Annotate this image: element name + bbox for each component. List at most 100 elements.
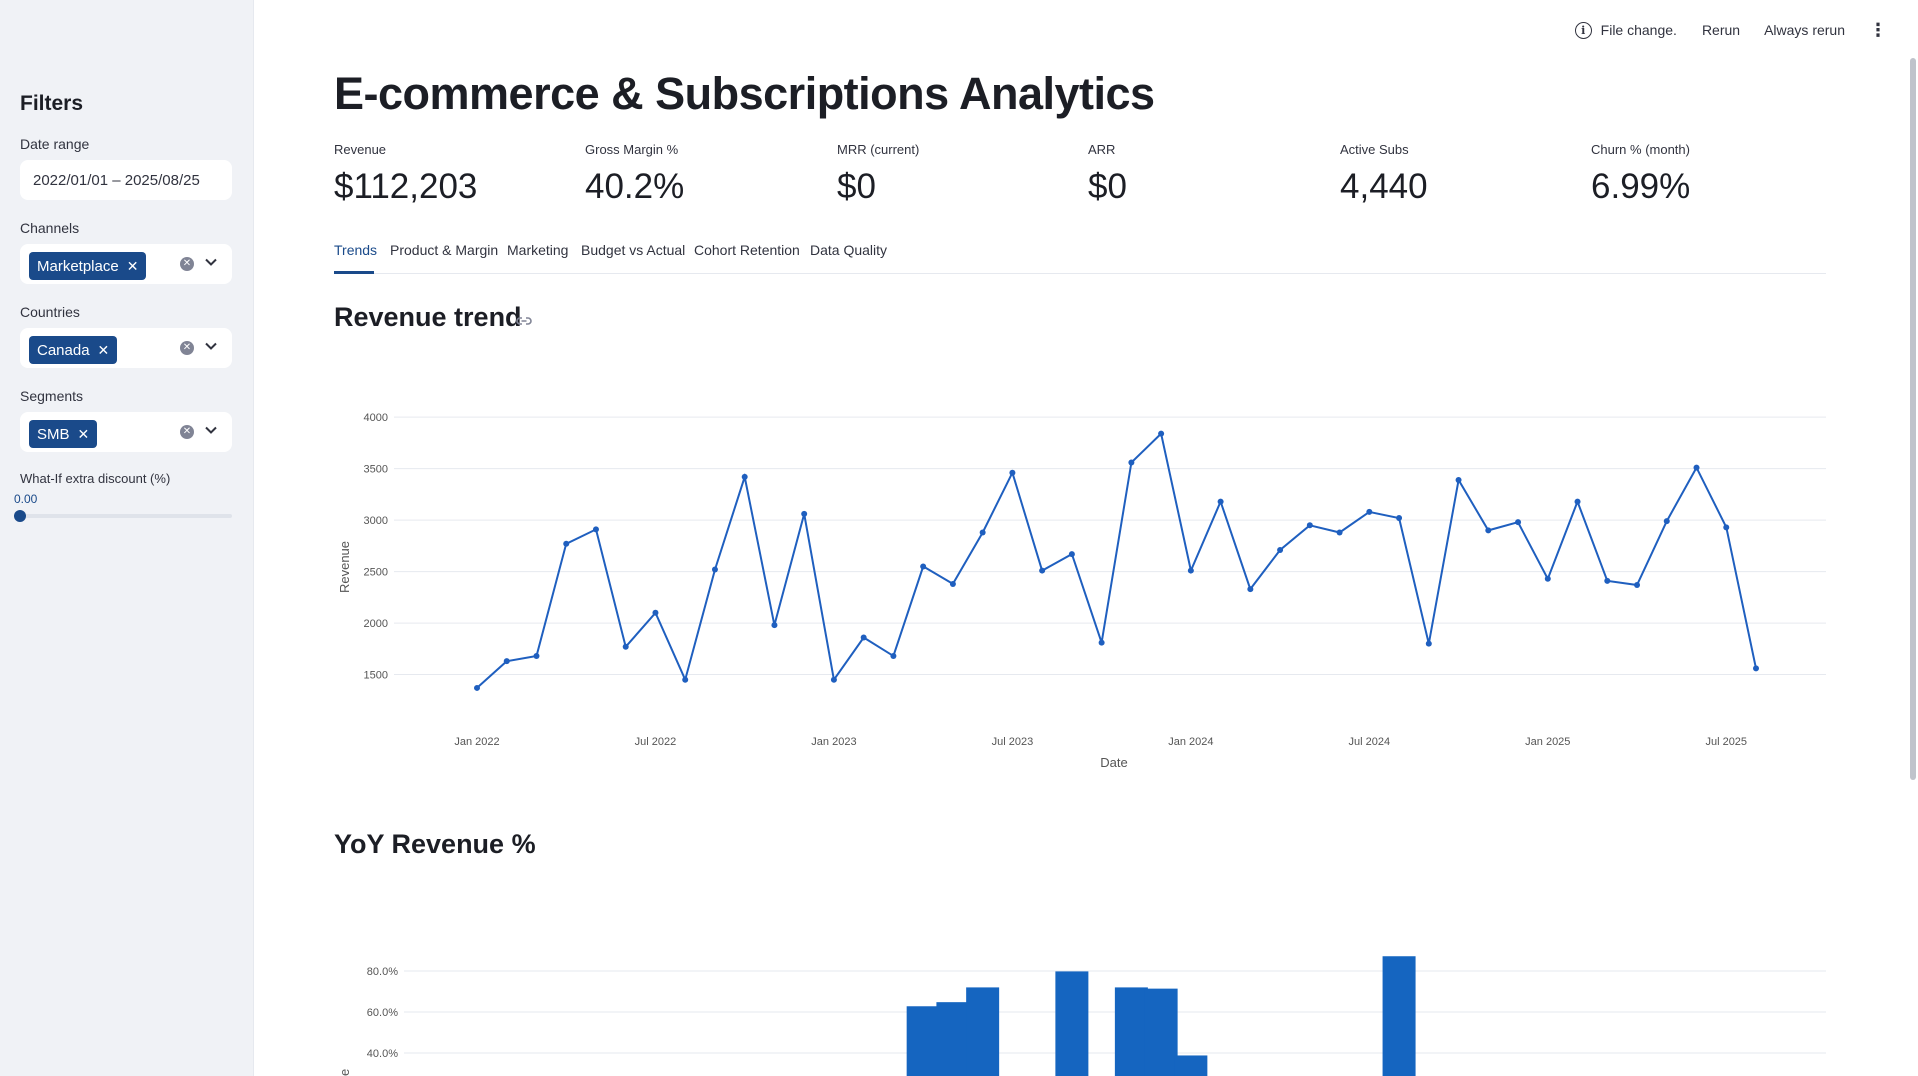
x-tick-label: Jan 2023	[811, 736, 856, 748]
data-point[interactable]	[1723, 524, 1730, 531]
data-point[interactable]	[1009, 469, 1016, 476]
remove-chip-icon[interactable]: ✕	[98, 342, 110, 359]
data-point[interactable]	[1098, 639, 1105, 646]
country-chip: Canada ✕	[29, 336, 118, 364]
data-point[interactable]	[1574, 498, 1581, 505]
date-range-label: Date range	[20, 136, 90, 152]
main-menu-icon[interactable]: ⋮	[1869, 21, 1887, 39]
data-point[interactable]	[1039, 567, 1046, 574]
data-point[interactable]	[563, 540, 570, 547]
tab-data-quality[interactable]: Data Quality	[810, 242, 887, 258]
channel-chip-label: Marketplace	[37, 257, 119, 275]
tab-product-margin[interactable]: Product & Margin	[390, 242, 498, 258]
data-point[interactable]	[1247, 586, 1254, 593]
y-axis-label: Revenue	[337, 541, 352, 593]
data-point[interactable]	[1544, 575, 1551, 582]
metric-active-subs: Active Subs 4,440	[1340, 142, 1428, 207]
data-point[interactable]	[1396, 515, 1403, 522]
data-point[interactable]	[741, 473, 748, 480]
data-point[interactable]	[503, 658, 510, 665]
y-tick-label: 80.0%	[367, 966, 398, 978]
data-point[interactable]	[949, 580, 956, 587]
data-point[interactable]	[592, 526, 599, 533]
data-point[interactable]	[1068, 551, 1075, 558]
data-point[interactable]	[652, 609, 659, 616]
data-point[interactable]	[1604, 577, 1611, 584]
data-point[interactable]	[1306, 522, 1313, 529]
bar[interactable]	[936, 1002, 970, 1076]
tab-marketing[interactable]: Marketing	[507, 242, 568, 258]
x-tick-label: Jan 2024	[1168, 736, 1213, 748]
metric-label: Churn % (month)	[1591, 142, 1690, 157]
data-point[interactable]	[920, 563, 927, 570]
data-point[interactable]	[1634, 581, 1641, 588]
tab-budget-vs-actual[interactable]: Budget vs Actual	[581, 242, 685, 258]
bar[interactable]	[1055, 971, 1089, 1076]
segments-multiselect[interactable]: SMB ✕ ✕	[20, 412, 232, 452]
y-tick-label: 3000	[364, 515, 388, 527]
data-point[interactable]	[771, 622, 778, 629]
data-point[interactable]	[1693, 464, 1700, 471]
clear-icon[interactable]: ✕	[180, 257, 194, 271]
data-point[interactable]	[1128, 459, 1135, 466]
x-tick-label: Jul 2024	[1349, 736, 1391, 748]
data-point[interactable]	[1663, 518, 1670, 525]
rerun-button[interactable]: Rerun	[1702, 22, 1740, 38]
link-icon[interactable]	[515, 312, 533, 330]
segments-label: Segments	[20, 388, 84, 404]
bar[interactable]	[1114, 987, 1148, 1076]
date-range-input[interactable]: 2022/01/01 – 2025/08/25	[20, 160, 232, 200]
metric-label: Active Subs	[1340, 142, 1409, 157]
clear-icon[interactable]: ✕	[180, 341, 194, 355]
countries-label: Countries	[20, 304, 80, 320]
bar[interactable]	[906, 1006, 940, 1076]
bar[interactable]	[1382, 956, 1416, 1076]
chevron-down-icon[interactable]	[204, 423, 218, 437]
x-tick-label: Jul 2025	[1705, 736, 1747, 748]
tab-trends[interactable]: Trends	[334, 242, 377, 258]
bar[interactable]	[966, 987, 1000, 1076]
data-point[interactable]	[801, 510, 808, 517]
scrollbar[interactable]	[1910, 58, 1916, 780]
data-point[interactable]	[711, 566, 718, 573]
data-point[interactable]	[1455, 476, 1462, 483]
clear-icon[interactable]: ✕	[180, 425, 194, 439]
sidebar-title: Filters	[20, 92, 84, 115]
data-point[interactable]	[1515, 519, 1522, 526]
data-point[interactable]	[533, 653, 540, 660]
remove-chip-icon[interactable]: ✕	[78, 426, 90, 443]
date-range-value: 2022/01/01 – 2025/08/25	[33, 171, 200, 189]
chevron-down-icon[interactable]	[204, 339, 218, 353]
channel-chip: Marketplace ✕	[29, 252, 147, 280]
data-point[interactable]	[1366, 508, 1373, 515]
data-point[interactable]	[1336, 529, 1343, 536]
y-tick-label: 4000	[364, 412, 388, 424]
remove-chip-icon[interactable]: ✕	[127, 258, 139, 275]
data-point[interactable]	[622, 643, 629, 650]
channels-multiselect[interactable]: Marketplace ✕ ✕	[20, 244, 232, 284]
data-point[interactable]	[979, 529, 986, 536]
discount-slider-thumb[interactable]	[14, 510, 26, 522]
data-point[interactable]	[1158, 430, 1165, 437]
discount-slider-track[interactable]	[20, 514, 232, 518]
tab-cohort-retention[interactable]: Cohort Retention	[694, 242, 800, 258]
segment-chip-label: SMB	[37, 425, 70, 443]
data-point[interactable]	[1485, 527, 1492, 534]
chevron-down-icon[interactable]	[204, 255, 218, 269]
data-point[interactable]	[1753, 665, 1759, 672]
countries-multiselect[interactable]: Canada ✕ ✕	[20, 328, 232, 368]
data-point[interactable]	[682, 676, 689, 683]
metric-value: 40.2%	[585, 167, 685, 206]
data-point[interactable]	[1425, 640, 1432, 647]
data-point[interactable]	[1277, 546, 1284, 553]
x-axis-label: Date	[1100, 755, 1127, 770]
data-point[interactable]	[860, 634, 867, 641]
bar[interactable]	[1174, 1055, 1208, 1076]
data-point[interactable]	[890, 653, 897, 660]
data-point[interactable]	[1187, 567, 1194, 574]
data-point[interactable]	[474, 684, 480, 691]
data-point[interactable]	[1217, 498, 1224, 505]
always-rerun-button[interactable]: Always rerun	[1764, 22, 1845, 38]
bar[interactable]	[1144, 988, 1178, 1076]
data-point[interactable]	[830, 676, 837, 683]
